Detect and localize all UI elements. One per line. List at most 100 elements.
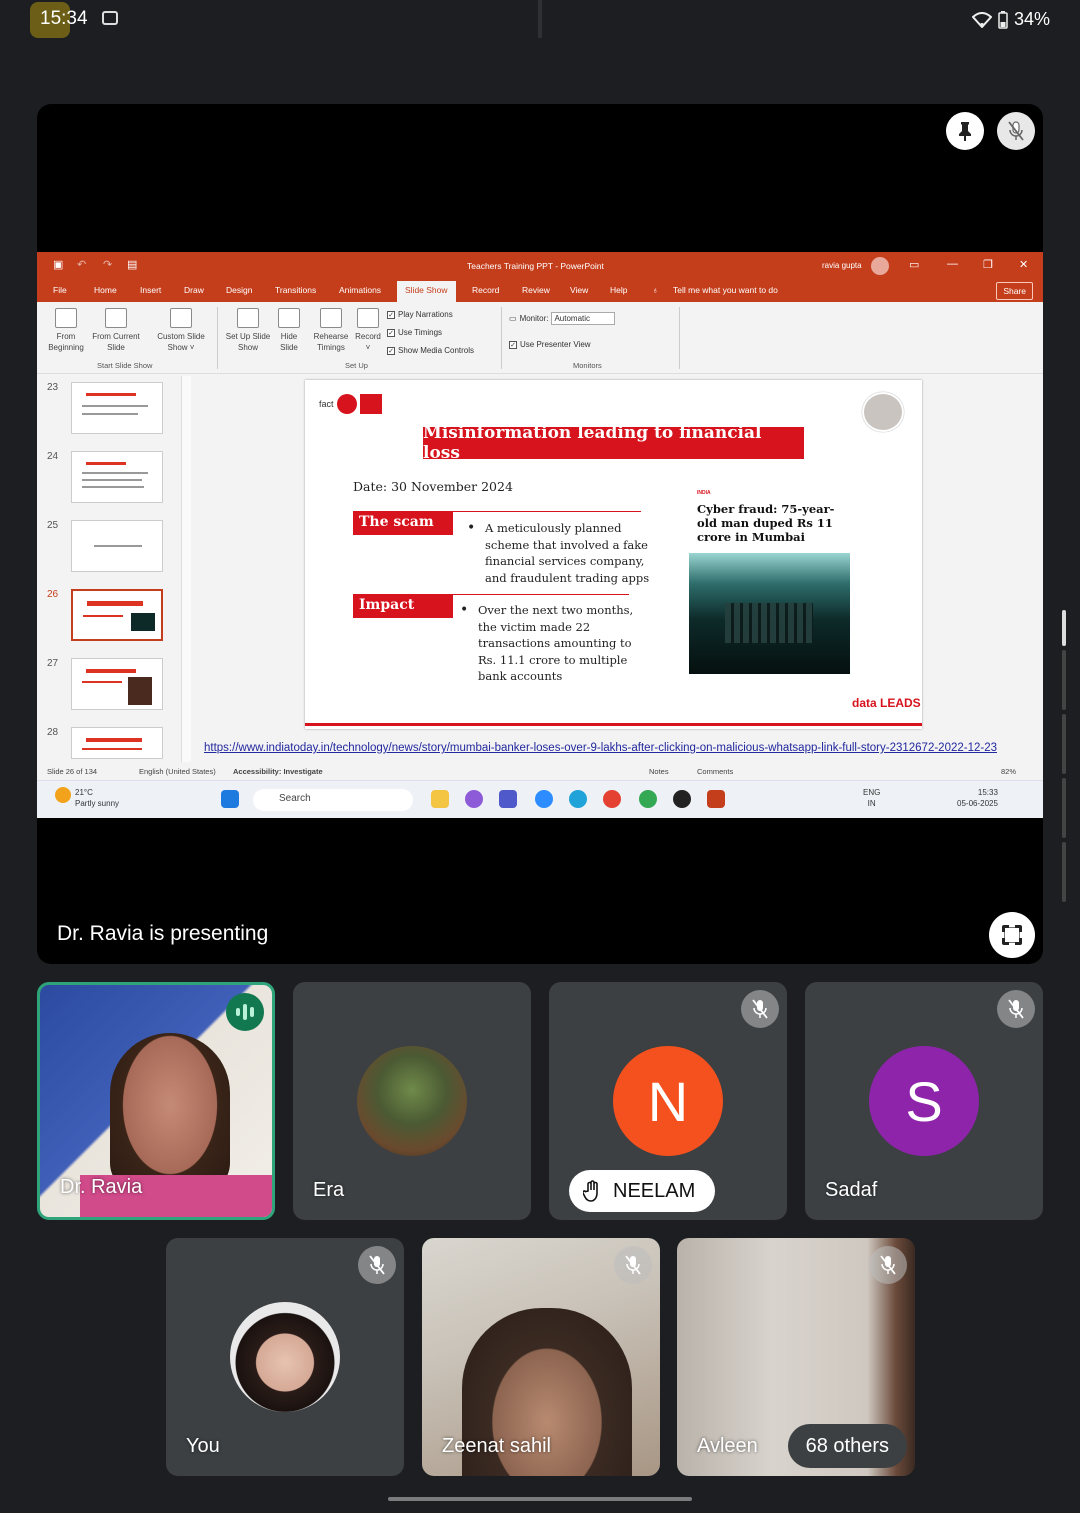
- tab-view: View: [570, 285, 589, 295]
- avatar: S: [869, 1046, 979, 1156]
- thumb-number: 23: [47, 382, 59, 393]
- raised-hand-icon: [583, 1180, 598, 1202]
- avatar: [230, 1302, 340, 1412]
- setup-icon: [237, 308, 259, 328]
- muted-indicator: [614, 1246, 652, 1284]
- tab-insert: Insert: [140, 285, 162, 295]
- ppt-titlebar: ▣ ↶ ↷ ▤ Teachers Training PPT - PowerPoi…: [37, 252, 1043, 280]
- presentation-stage[interactable]: ▣ ↶ ↷ ▤ Teachers Training PPT - PowerPoi…: [37, 104, 1043, 964]
- restore-icon: ❐: [983, 259, 993, 271]
- group-start-label: Start Slide Show: [97, 361, 153, 370]
- logo-text: fact: [319, 399, 334, 409]
- status-bar: 15:34 34%: [0, 0, 1080, 42]
- home-gesture-bar[interactable]: [388, 1497, 692, 1501]
- set-up-label: Set Up Slide Show: [225, 332, 271, 352]
- impact-underline: [453, 594, 629, 595]
- avatar: [357, 1046, 467, 1156]
- page-indicator-dot: [1062, 778, 1066, 838]
- hide-slide-button: Hide Slide: [275, 308, 303, 353]
- camera-notch: [538, 0, 542, 38]
- use-timings-label: Use Timings: [398, 328, 443, 337]
- mic-off-icon: [1008, 999, 1024, 1019]
- comments-button: Comments: [697, 767, 734, 776]
- others-button[interactable]: 68 others: [787, 1424, 907, 1468]
- raised-hand-badge: NEELAM: [569, 1170, 716, 1212]
- media-player-icon: [673, 790, 691, 808]
- scam-underline: [453, 511, 641, 512]
- mic-off-icon: [369, 1255, 385, 1275]
- present-icon: ▤: [127, 259, 138, 271]
- play-narrations-label: Play Narrations: [398, 310, 453, 319]
- logo-circle: [336, 394, 357, 414]
- thumb-title-bar: [86, 738, 142, 742]
- monitor-value: Automatic: [551, 312, 616, 325]
- slide-thumbnail-current: [71, 589, 163, 641]
- from-current-button: From Current Slide: [89, 308, 143, 353]
- mic-off-icon: [1008, 121, 1024, 141]
- page-indicator-dot: [1062, 842, 1066, 902]
- participant-tile-sadaf[interactable]: S Sadaf: [805, 982, 1043, 1220]
- stage-mute-button[interactable]: [997, 112, 1035, 150]
- lang-region: IN: [867, 799, 876, 808]
- thumb-title-bar: [86, 462, 126, 465]
- checkbox-checked-icon: ✓: [509, 340, 517, 349]
- use-presenter-check: ✓ Use Presenter View: [509, 340, 591, 349]
- custom-show-label: Custom Slide Show ˅: [157, 332, 205, 352]
- thumb-title-bar: [86, 393, 136, 396]
- thumb-title-bar: [87, 601, 143, 606]
- custom-show-button: Custom Slide Show ˅: [149, 308, 213, 353]
- notes-button: Notes: [649, 767, 669, 776]
- page-indicator-active: [1062, 610, 1066, 646]
- participant-tile-era[interactable]: Era: [293, 982, 531, 1220]
- set-up-button: Set Up Slide Show: [221, 308, 275, 353]
- participant-tile-avleen[interactable]: Avleen 68 others: [677, 1238, 915, 1476]
- from-beginning-label: From Beginning: [48, 332, 84, 352]
- accessibility-status: Accessibility: Investigate: [233, 767, 323, 776]
- use-timings-check: ✓ Use Timings: [387, 328, 442, 337]
- tab-file: File: [53, 285, 67, 295]
- ribbon-separator: [501, 307, 502, 369]
- thumb-number: 25: [47, 520, 59, 531]
- thumb-image: [128, 677, 152, 705]
- thumb-image: [131, 613, 155, 631]
- tab-transitions: Transitions: [275, 285, 317, 295]
- undo-icon: ↶: [77, 259, 87, 271]
- participant-tile-dr-ravia[interactable]: Dr. Ravia: [37, 982, 275, 1220]
- mic-off-icon: [625, 1255, 641, 1275]
- show-media-label: Show Media Controls: [398, 346, 475, 355]
- tab-animations: Animations: [339, 285, 382, 295]
- status-right: 34%: [971, 9, 1050, 30]
- page-indicator-dot: [1062, 714, 1066, 774]
- thumb-title-bar: [86, 669, 136, 673]
- redo-icon: ↷: [103, 259, 113, 271]
- ribbon-display-icon: ▭: [909, 259, 920, 271]
- tab-review: Review: [522, 285, 550, 295]
- thumb-number: 28: [47, 727, 59, 738]
- page-indicator: [1060, 610, 1068, 910]
- tell-me-box: Tell me what you want to do: [673, 285, 778, 295]
- from-current-label: From Current Slide: [92, 332, 140, 352]
- input-language: ENG IN: [863, 787, 880, 809]
- checkbox-checked-icon: ✓: [387, 346, 395, 355]
- thumb-line: [94, 545, 142, 547]
- battery-level: 34%: [1013, 9, 1050, 29]
- tab-design: Design: [226, 285, 253, 295]
- fullscreen-button[interactable]: [989, 912, 1035, 958]
- participant-name: Dr. Ravia: [60, 1176, 143, 1198]
- thumb-line: [82, 681, 122, 683]
- rehearse-button: Rehearse Timings: [309, 308, 353, 353]
- presenting-label: Dr. Ravia is presenting: [57, 922, 269, 945]
- participant-name: Era: [313, 1179, 345, 1201]
- save-icon: ▣: [53, 259, 64, 271]
- participant-tile-neelam[interactable]: N NEELAM: [549, 982, 787, 1220]
- participant-tile-you[interactable]: You: [166, 1238, 404, 1476]
- weather-widget: 21°C Partly sunny: [75, 787, 119, 809]
- clock-date: 05-06-2025: [957, 799, 998, 808]
- slide-bottom-rule: [305, 723, 922, 726]
- notes-link: https://www.indiatoday.in/technology/new…: [204, 742, 997, 754]
- pin-button[interactable]: [946, 112, 984, 150]
- record-button: Record ˅: [353, 308, 383, 353]
- powerpoint-icon: [707, 790, 725, 808]
- participant-tile-zeenat-sahil[interactable]: Zeenat sahil: [422, 1238, 660, 1476]
- slide-thumbnail: [71, 382, 163, 434]
